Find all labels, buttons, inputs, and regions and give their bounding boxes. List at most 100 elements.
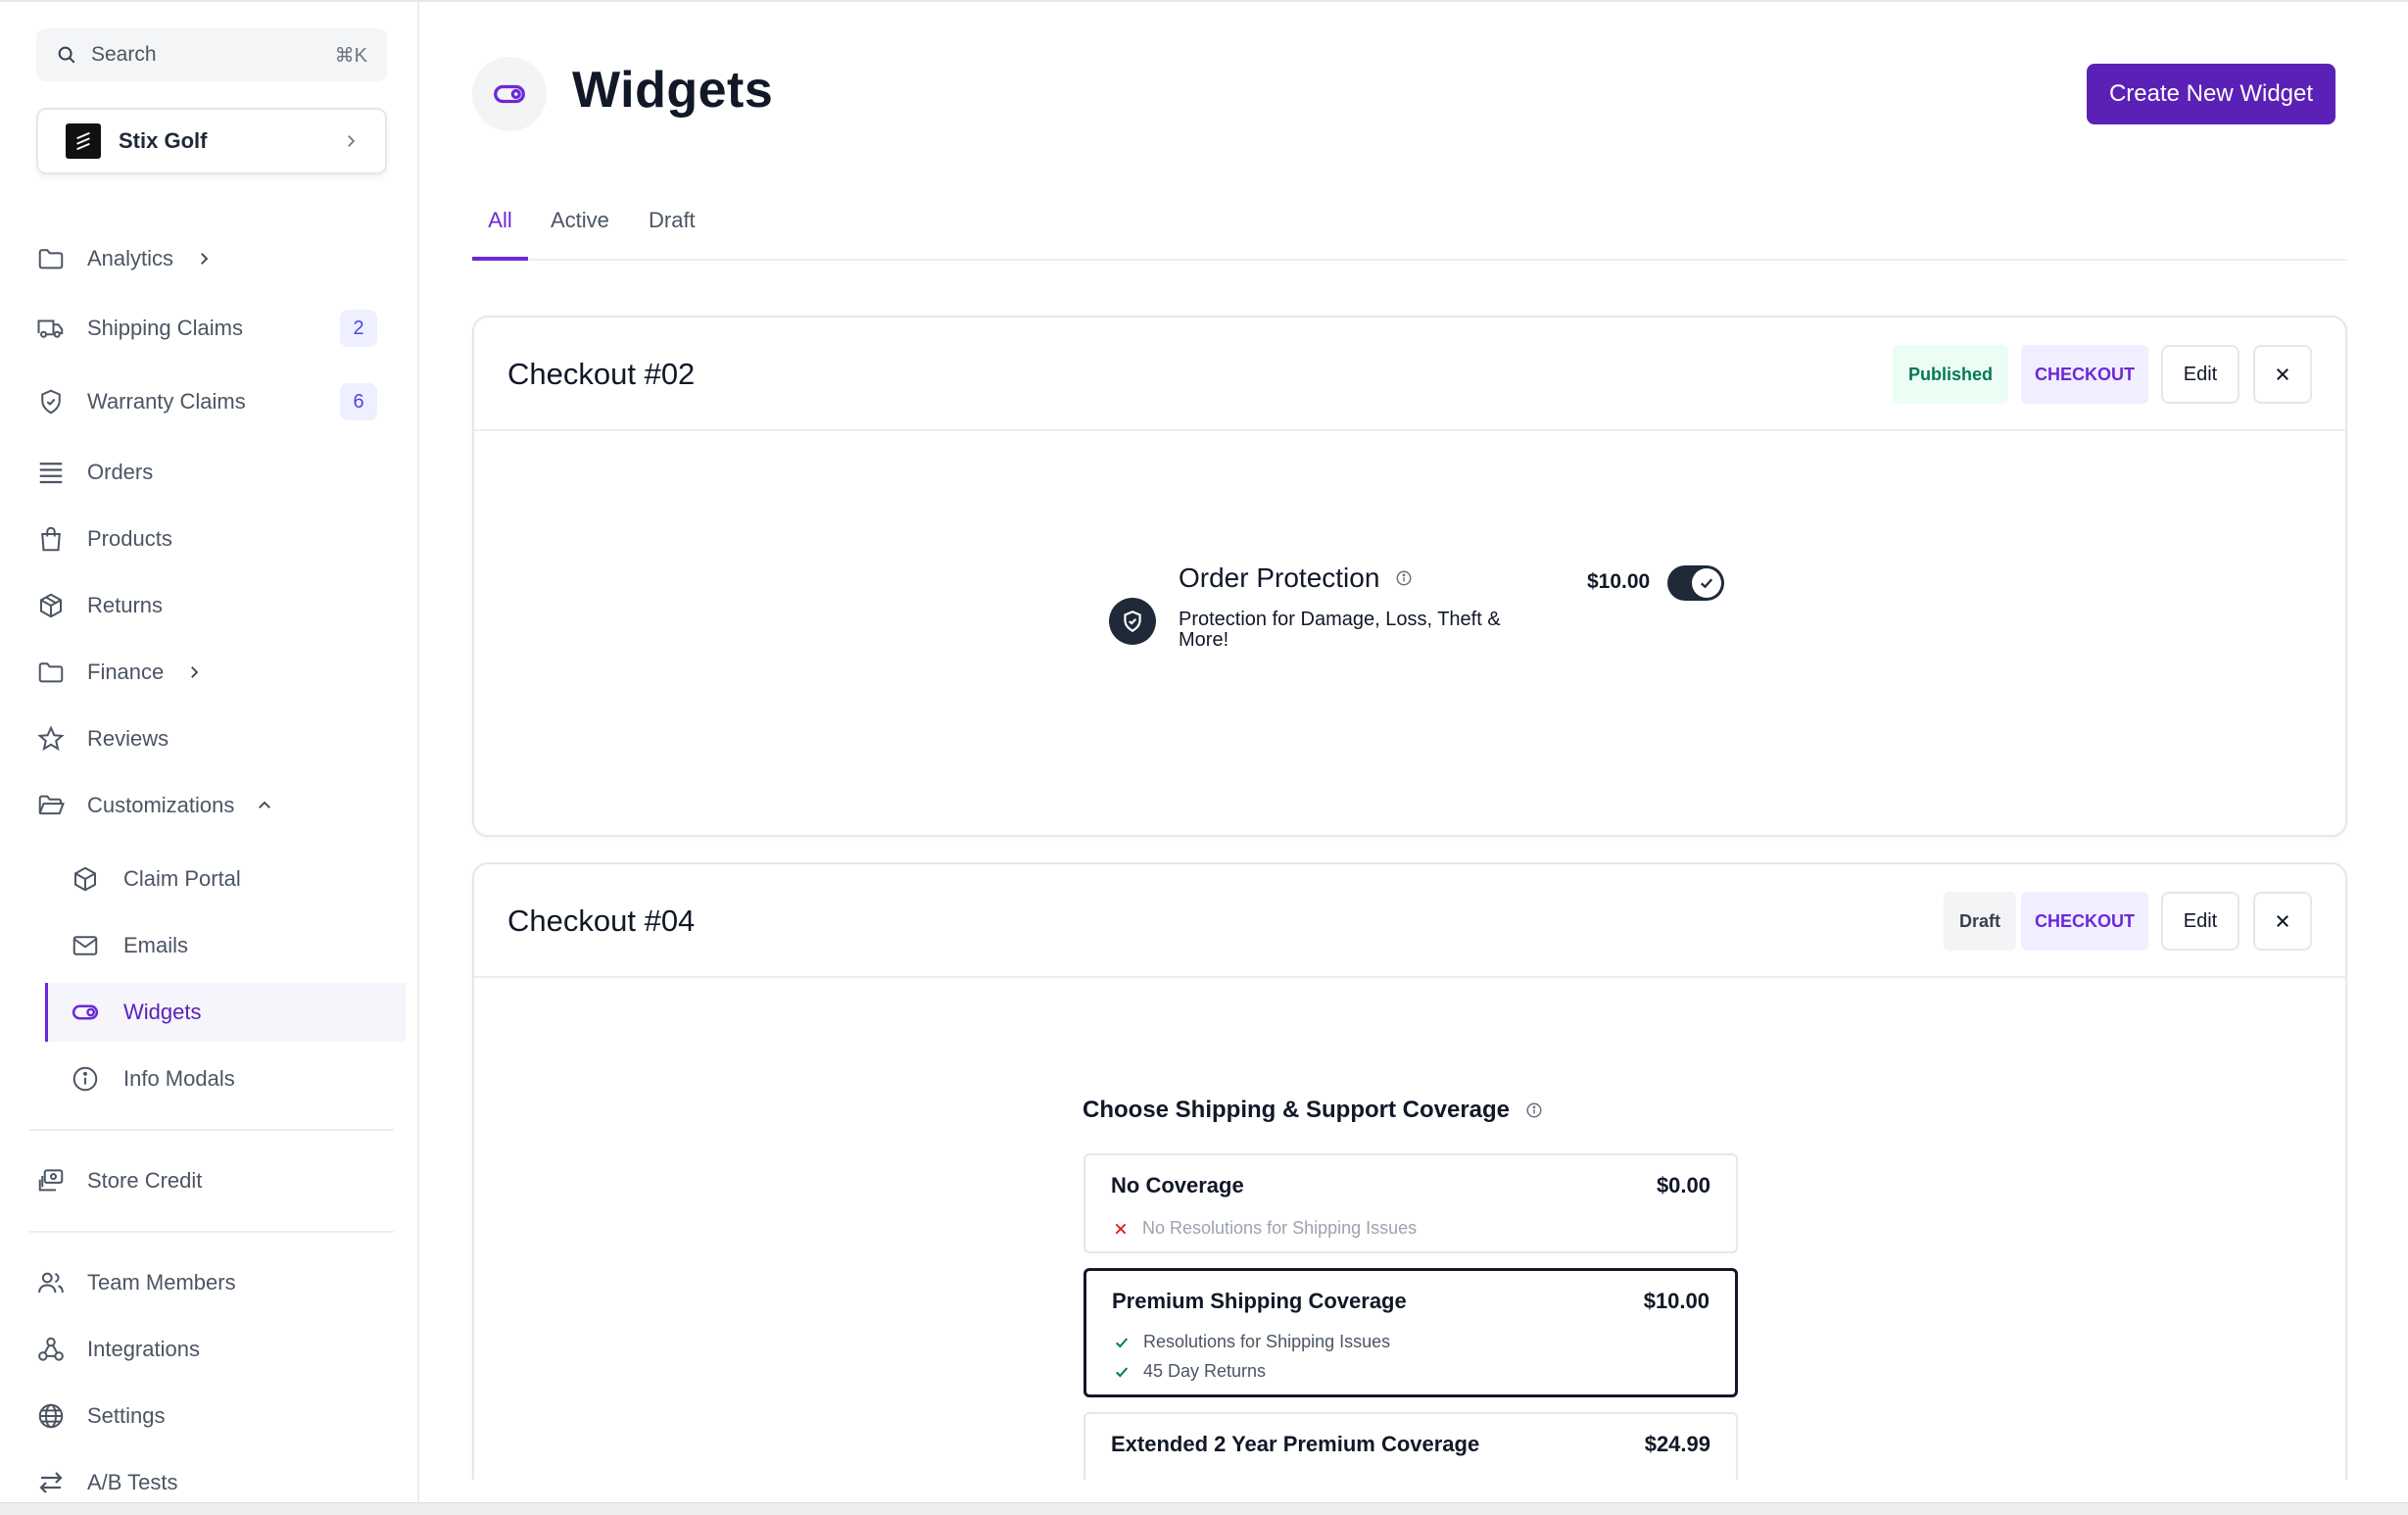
- coverage-feature: No Resolutions for Shipping Issues: [1113, 1218, 1417, 1239]
- nav-products[interactable]: Products: [36, 512, 172, 566]
- edit-button[interactable]: Edit: [2161, 892, 2239, 951]
- cube-icon: [74, 866, 96, 892]
- sidebar-divider: [29, 1129, 394, 1131]
- folder-open-icon: [38, 795, 65, 815]
- chevron-right-icon: [191, 666, 199, 678]
- status-badge: Draft: [1944, 892, 2016, 951]
- sidebar: Search ⌘K Stix Golf Analytics Shipping C…: [0, 2, 419, 1502]
- search-bar[interactable]: Search ⌘K: [36, 28, 387, 81]
- check-icon: [1700, 578, 1713, 589]
- list-icon: [39, 463, 63, 484]
- nav-widgets-label: Widgets: [123, 1000, 202, 1024]
- nav-widgets[interactable]: Widgets: [45, 983, 406, 1042]
- truck-icon: [37, 319, 64, 338]
- order-protection-price: $10.00: [1587, 570, 1651, 593]
- type-badge: CHECKOUT: [2021, 892, 2148, 951]
- info-icon[interactable]: [1395, 569, 1413, 587]
- nav-returns-label: Returns: [87, 593, 164, 617]
- check-icon: [1115, 1337, 1129, 1347]
- info-icon[interactable]: [1525, 1101, 1543, 1119]
- nav-warranty-claims[interactable]: Warranty Claims: [36, 374, 246, 429]
- order-protection-description: Protection for Damage, Loss, Theft & Mor…: [1179, 609, 1501, 651]
- nav-claim-portal-label: Claim Portal: [123, 866, 241, 891]
- nav-finance[interactable]: Finance: [36, 645, 203, 700]
- coverage-option-premium[interactable]: Premium Shipping Coverage $10.00 Resolut…: [1084, 1268, 1738, 1397]
- coverage-feature-text: No Resolutions for Shipping Issues: [1142, 1218, 1418, 1238]
- store-credit-icon: [38, 1169, 64, 1192]
- warranty-claims-count-badge: 6: [340, 383, 377, 420]
- nav-returns[interactable]: Returns: [36, 578, 163, 633]
- nav-store-credit[interactable]: Store Credit: [36, 1153, 202, 1208]
- nav-settings-label: Settings: [87, 1403, 166, 1428]
- coverage-option-title: Premium Shipping Coverage: [1112, 1289, 1407, 1313]
- nav-info-modals[interactable]: Info Modals: [45, 1050, 406, 1108]
- nav-team-members-label: Team Members: [87, 1270, 236, 1295]
- search-icon: [58, 46, 75, 64]
- tab-draft[interactable]: Draft: [649, 198, 696, 261]
- x-icon: [1115, 1223, 1127, 1234]
- nav-integrations-label: Integrations: [87, 1337, 200, 1361]
- coverage-option-none[interactable]: No Coverage $0.00 No Resolutions for Shi…: [1084, 1153, 1738, 1253]
- nav-reviews[interactable]: Reviews: [36, 711, 169, 766]
- nav-reviews-label: Reviews: [87, 726, 169, 751]
- webhook-icon: [38, 1337, 64, 1361]
- tab-active[interactable]: Active: [551, 198, 609, 261]
- package-icon: [40, 593, 62, 618]
- nav-ab-tests-label: A/B Tests: [87, 1470, 178, 1494]
- close-icon: [2277, 368, 2288, 380]
- order-protection-shield-icon: [1109, 598, 1156, 645]
- coverage-feature-text: Resolutions for Shipping Issues: [1143, 1332, 1391, 1351]
- folder-icon: [38, 662, 64, 683]
- order-protection-toggle[interactable]: [1667, 565, 1724, 601]
- nav-settings[interactable]: Settings: [36, 1389, 166, 1443]
- nav-orders[interactable]: Orders: [36, 445, 153, 500]
- nav-analytics[interactable]: Analytics: [36, 231, 213, 286]
- store-switcher[interactable]: Stix Golf: [36, 108, 387, 174]
- chevron-right-icon: [201, 253, 209, 265]
- order-protection-title: Order Protection: [1179, 562, 1413, 594]
- nav-finance-label: Finance: [87, 660, 165, 684]
- search-label: Search: [91, 43, 157, 66]
- nav-claim-portal[interactable]: Claim Portal: [45, 850, 406, 908]
- coverage-feature-text: 45 Day Returns: [1143, 1361, 1267, 1381]
- toggle-knob: [1692, 568, 1721, 598]
- shipping-claims-count-badge: 2: [340, 310, 377, 347]
- nav-info-modals-label: Info Modals: [123, 1066, 235, 1091]
- main-content: Widgets Create New Widget All Active Dra…: [419, 2, 2408, 1502]
- chevron-right-icon: [348, 135, 356, 147]
- page-icon: [472, 57, 547, 131]
- viewport-clip: [419, 1480, 2408, 1502]
- page-title: Widgets: [572, 62, 774, 119]
- coverage-option-title: Extended 2 Year Premium Coverage: [1111, 1432, 1480, 1456]
- sidebar-divider: [29, 1231, 394, 1233]
- nav-products-label: Products: [87, 526, 172, 551]
- delete-button[interactable]: [2253, 345, 2312, 404]
- status-badge: Published: [1893, 345, 2008, 404]
- search-shortcut: ⌘K: [334, 44, 367, 67]
- chevron-up-icon: [259, 801, 271, 808]
- delete-button[interactable]: [2253, 892, 2312, 951]
- check-icon: [1115, 1366, 1129, 1377]
- nav-integrations[interactable]: Integrations: [36, 1322, 200, 1377]
- nav-shipping-claims[interactable]: Shipping Claims: [36, 301, 243, 356]
- edit-button[interactable]: Edit: [2161, 345, 2239, 404]
- coverage-option-price: $24.99: [1644, 1432, 1710, 1456]
- nav-emails[interactable]: Emails: [45, 916, 406, 975]
- nav-team-members[interactable]: Team Members: [36, 1255, 236, 1310]
- tab-all[interactable]: All: [472, 198, 528, 261]
- tab-bar: All Active Draft: [472, 198, 2347, 261]
- coverage-option-price: $0.00: [1656, 1173, 1710, 1197]
- nav-customizations-label: Customizations: [87, 793, 235, 817]
- nav-store-credit-label: Store Credit: [87, 1168, 203, 1193]
- globe-icon: [38, 1403, 64, 1429]
- nav-warranty-claims-label: Warranty Claims: [87, 389, 246, 414]
- nav-customizations[interactable]: Customizations: [36, 778, 273, 833]
- info-icon: [72, 1066, 98, 1092]
- widget-card-header: Checkout #02 Published CHECKOUT Edit: [474, 318, 2345, 431]
- widget-card-header: Checkout #04 Draft CHECKOUT Edit: [474, 864, 2345, 978]
- window-bottom-bar: [0, 1502, 2408, 1515]
- create-new-widget-button[interactable]: Create New Widget: [2087, 64, 2336, 124]
- coverage-heading-text: Choose Shipping & Support Coverage: [1083, 1097, 1511, 1123]
- nav-analytics-label: Analytics: [87, 246, 174, 270]
- arrows-swap-icon: [39, 1472, 63, 1493]
